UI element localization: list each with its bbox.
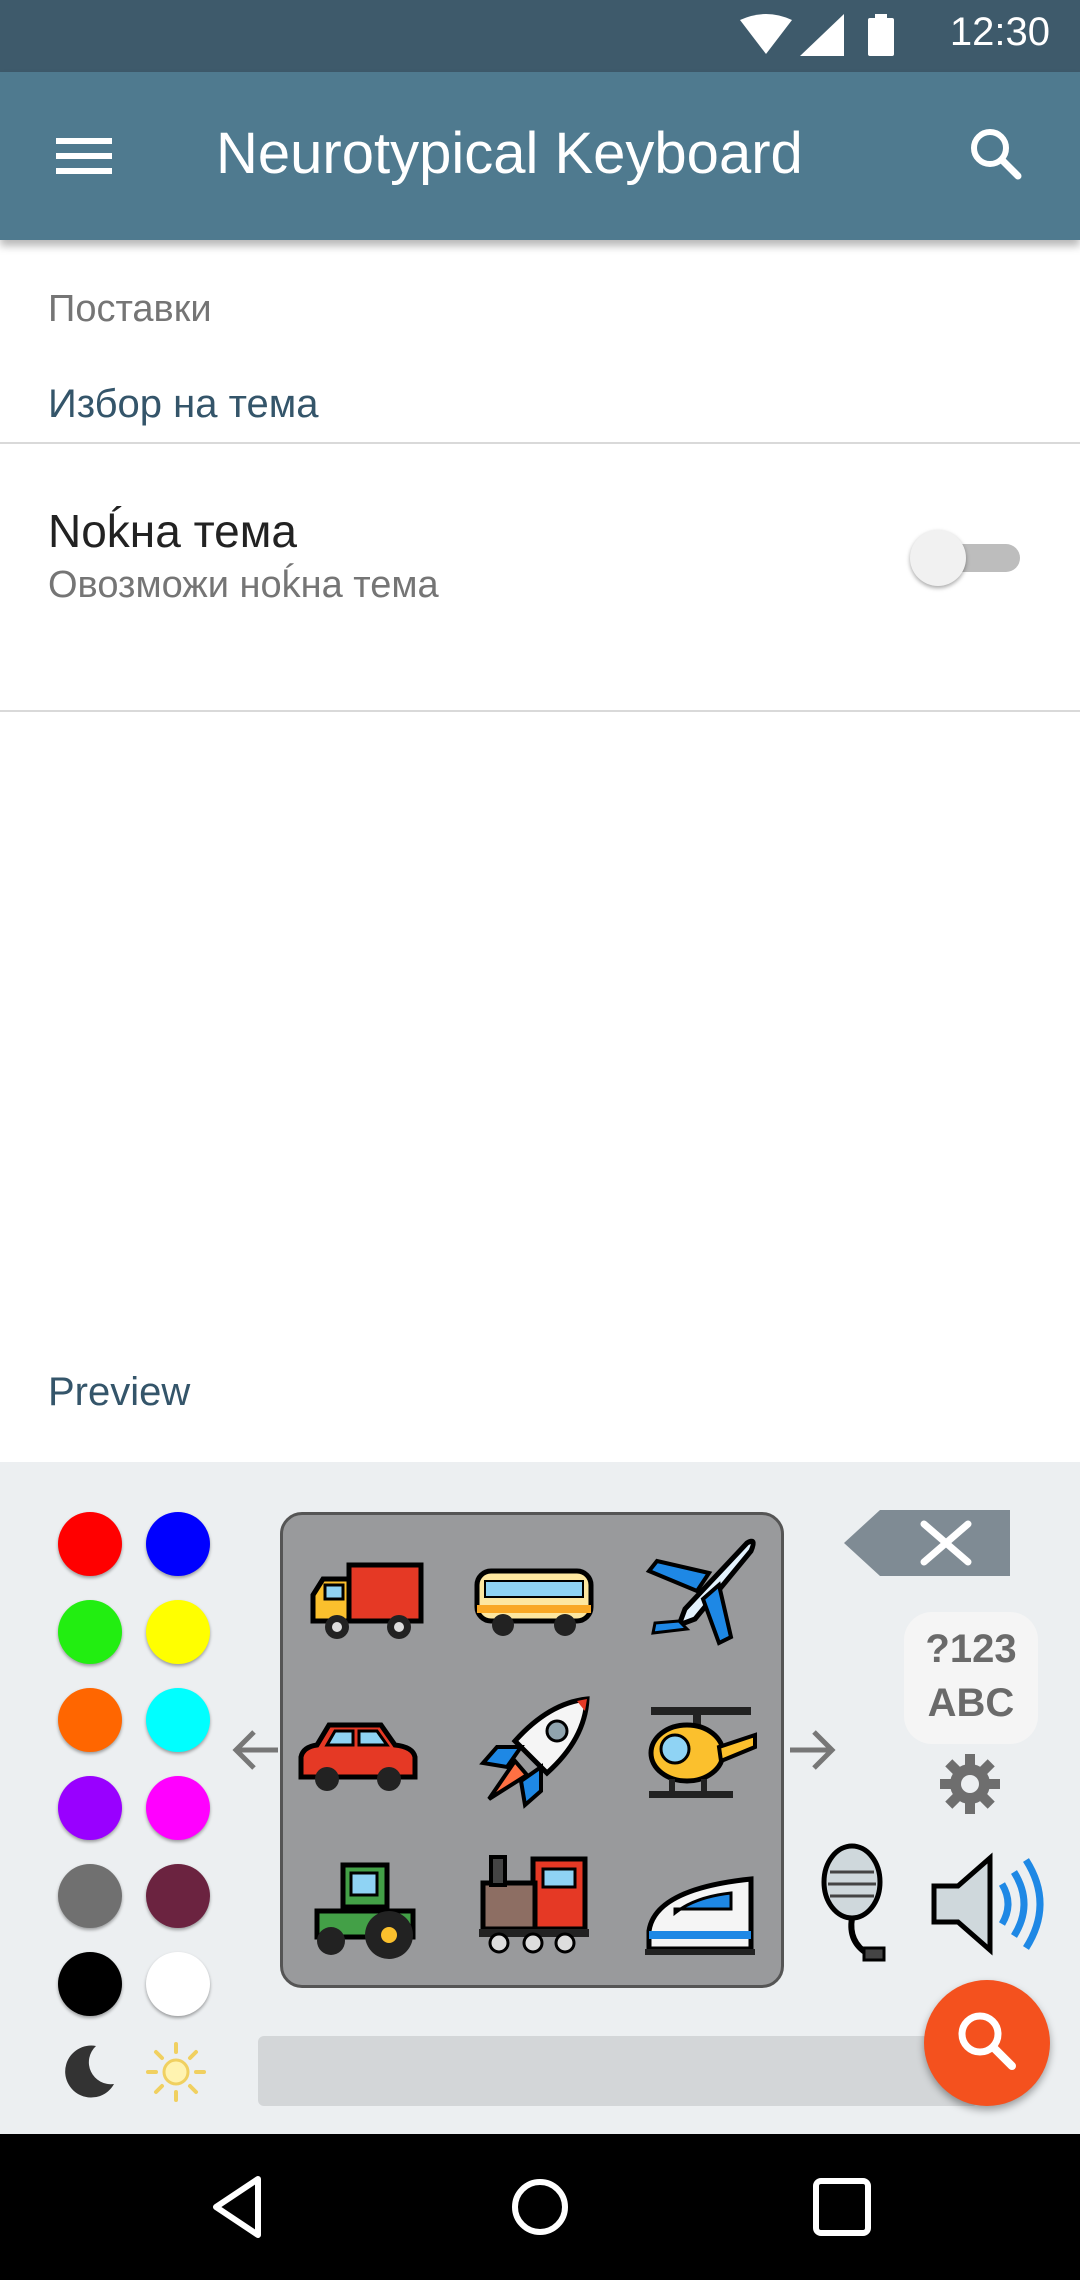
search-icon[interactable] bbox=[956, 116, 1036, 196]
navigation-bar bbox=[0, 2134, 1080, 2280]
gear-icon[interactable] bbox=[938, 1752, 1002, 1816]
status-bar: 12:30 bbox=[0, 0, 1080, 72]
night-theme-summary: Овозможи ноḱна тема bbox=[48, 564, 439, 606]
color-swatch[interactable] bbox=[146, 1776, 210, 1840]
color-swatch[interactable] bbox=[58, 1952, 122, 2016]
speaker-icon[interactable] bbox=[928, 1850, 1048, 1958]
color-swatch[interactable] bbox=[58, 1688, 122, 1752]
tractor-icon[interactable] bbox=[303, 1845, 433, 1975]
arrow-right-icon[interactable] bbox=[782, 1720, 842, 1780]
emoji-grid bbox=[280, 1512, 784, 1988]
color-swatch[interactable] bbox=[58, 1776, 122, 1840]
microphone-icon[interactable] bbox=[808, 1842, 904, 1962]
home-icon[interactable] bbox=[500, 2167, 580, 2247]
color-swatch[interactable] bbox=[58, 1512, 122, 1576]
search-fab[interactable] bbox=[924, 1980, 1050, 2106]
airplane-icon[interactable] bbox=[635, 1525, 765, 1655]
moon-icon[interactable] bbox=[56, 2040, 120, 2104]
toggle-thumb bbox=[910, 530, 966, 586]
battery-icon bbox=[868, 14, 894, 56]
mode-key-numbers: ?123 bbox=[925, 1627, 1017, 1671]
bullet-train-icon[interactable] bbox=[635, 1845, 765, 1975]
section-label: Поставки bbox=[48, 288, 212, 330]
car-icon[interactable] bbox=[293, 1691, 423, 1821]
category-title: Избор на тема bbox=[48, 382, 319, 426]
helicopter-icon[interactable] bbox=[635, 1691, 765, 1821]
status-icons bbox=[740, 14, 894, 56]
color-swatch[interactable] bbox=[146, 1512, 210, 1576]
keyboard-preview: ?123 ABC bbox=[0, 1462, 1080, 2134]
sun-icon[interactable] bbox=[144, 2040, 208, 2104]
truck-icon[interactable] bbox=[303, 1535, 433, 1665]
color-swatch[interactable] bbox=[146, 1952, 210, 2016]
wifi-icon bbox=[740, 14, 792, 54]
search-icon bbox=[958, 2012, 1016, 2070]
signal-icon bbox=[800, 14, 844, 56]
menu-icon[interactable] bbox=[44, 124, 124, 188]
night-theme-toggle[interactable] bbox=[910, 528, 1026, 588]
divider bbox=[0, 442, 1080, 444]
arrow-left-icon[interactable] bbox=[226, 1720, 286, 1780]
color-swatch[interactable] bbox=[146, 1600, 210, 1664]
status-time: 12:30 bbox=[949, 10, 1050, 54]
backspace-key[interactable] bbox=[844, 1510, 1010, 1576]
preview-text-field[interactable] bbox=[258, 2036, 978, 2106]
app-bar: Neurotypical Keyboard bbox=[0, 72, 1080, 240]
color-swatch[interactable] bbox=[146, 1864, 210, 1928]
app-title: Neurotypical Keyboard bbox=[216, 121, 803, 186]
locomotive-icon[interactable] bbox=[469, 1837, 599, 1967]
rocket-icon[interactable] bbox=[469, 1691, 599, 1821]
color-swatch[interactable] bbox=[58, 1600, 122, 1664]
recents-icon[interactable] bbox=[802, 2167, 882, 2247]
divider bbox=[0, 710, 1080, 712]
back-icon[interactable] bbox=[200, 2167, 280, 2247]
color-swatch[interactable] bbox=[58, 1864, 122, 1928]
night-theme-title: Noḱна тема bbox=[48, 505, 297, 557]
bus-icon[interactable] bbox=[469, 1535, 599, 1665]
color-swatch[interactable] bbox=[146, 1688, 210, 1752]
mode-key-letters: ABC bbox=[927, 1681, 1015, 1725]
mode-switch-key[interactable]: ?123 ABC bbox=[904, 1612, 1038, 1744]
preview-label: Preview bbox=[48, 1370, 191, 1414]
